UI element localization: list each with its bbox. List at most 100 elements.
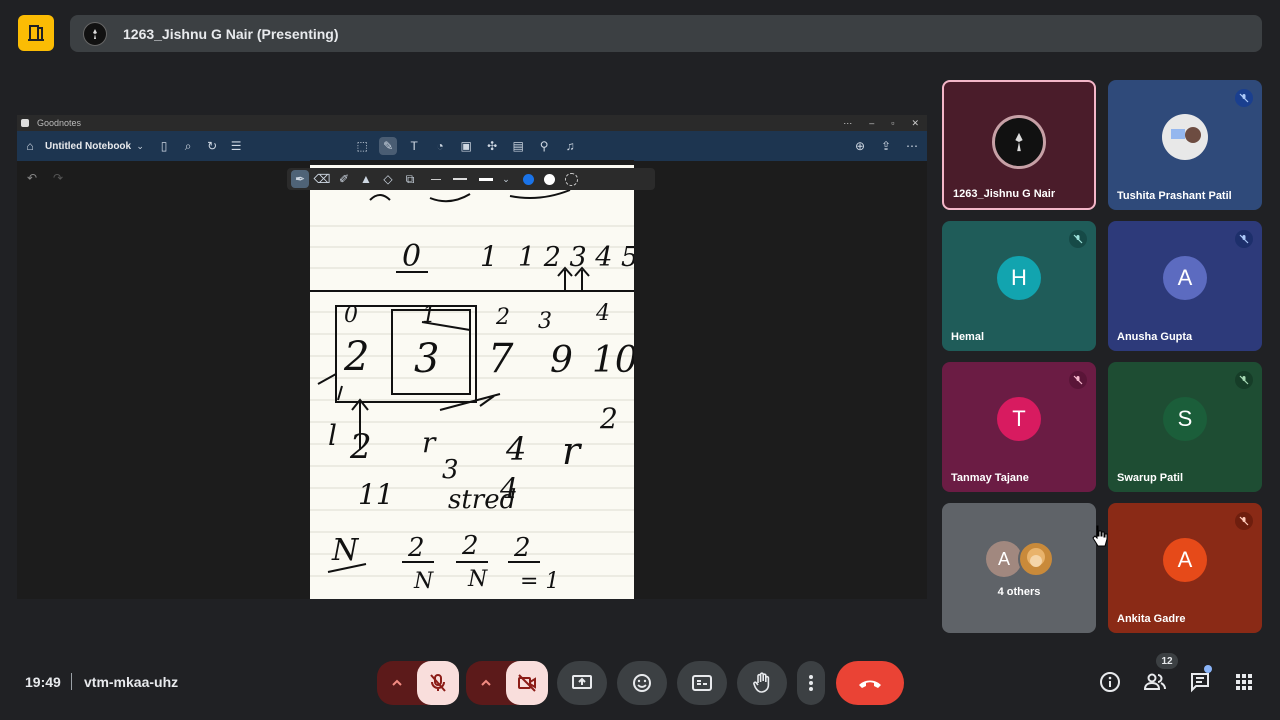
meet-logo[interactable] [18,15,54,51]
sticky-note-icon[interactable]: ▤ [509,137,527,155]
more-vert-icon [809,675,813,691]
apps-grid-icon [1236,674,1252,690]
add-page-icon[interactable]: ⊕ [851,137,869,155]
participant-tile[interactable]: A Anusha Gupta [1108,221,1262,351]
avatar: A [986,541,1022,577]
people-button[interactable] [1142,670,1168,694]
note-1: 1 [480,240,498,273]
mic-toggle-button[interactable] [417,661,459,705]
participant-name: 1263_Jishnu G Nair [953,188,1056,200]
avatar-initial: S [1177,406,1193,432]
text-icon[interactable]: T [405,137,423,155]
participant-tile[interactable]: S Swarup Patil [1108,362,1262,492]
notebook-title[interactable]: Untitled Notebook [45,141,131,152]
chevron-up-icon[interactable] [377,677,417,689]
pen-toolbar: ✒ ⌫ ✐ ▲ ◇ ⧉ ⌄ [287,168,655,190]
meeting-details-button[interactable] [1098,670,1122,694]
captions-icon [692,675,712,691]
search-icon[interactable]: ⌕ [179,137,197,155]
elements-icon[interactable]: ✣ [483,137,501,155]
note-v4: 10 [592,340,634,381]
participant-tile[interactable]: T Tanmay Tajane [942,362,1096,492]
avatar: A [1163,538,1207,583]
medium-stroke-option[interactable] [453,178,467,180]
profile-photo-icon [1027,548,1045,567]
marker-icon[interactable]: ▲ [357,170,375,188]
end-call-button[interactable] [836,661,904,705]
note-e3: 2 [461,531,479,561]
note-l: l [328,419,337,452]
color-picker-icon[interactable] [565,172,578,186]
lasso-pen-icon[interactable]: ⧉ [401,170,419,188]
image-icon[interactable]: ▣ [457,137,475,155]
notebook-page[interactable]: 0 1 1 2 3 4 5 6 0 1 2 3 4 2 3 7 9 10 l 2… [310,160,664,599]
eraser-icon[interactable]: ⌫ [313,170,331,188]
pen-tool-icon[interactable]: ✎ [379,137,398,155]
note-w3: r [562,429,583,473]
home-icon[interactable]: ⌂ [21,137,39,155]
note-e0: N [331,533,360,568]
goodnotes-titlebar: Goodnotes ⋯ – ▫ ✕ [17,115,927,131]
camera-toggle-button[interactable] [506,661,548,705]
note-r1: 2 [599,402,618,435]
more-icon[interactable]: ⋯ [843,118,852,129]
handwritten-notes: 0 1 1 2 3 4 5 6 0 1 2 3 4 2 3 7 9 10 l 2… [310,160,664,594]
reactions-button[interactable] [617,661,667,705]
undo-icon[interactable]: ↶ [27,171,37,185]
mic-off-icon [1069,230,1087,248]
shape-pen-icon[interactable]: ◇ [379,170,397,188]
goodnotes-app-icon [21,119,29,127]
share-arrow-icon[interactable]: ↻ [203,137,221,155]
highlighter-icon[interactable]: ✐ [335,170,353,188]
chevron-up-icon[interactable] [466,677,506,689]
avatar-figure-icon [93,28,97,39]
shape-icon[interactable]: ◔ [431,137,449,155]
activities-button[interactable] [1232,670,1256,694]
shared-screen: Goodnotes ⋯ – ▫ ✕ ⌂ Untitled Notebook ⌄ … [17,115,927,599]
participant-name: Anusha Gupta [1117,331,1193,343]
avatar: S [1163,397,1207,442]
meeting-code: vtm-mkaa-uhz [84,674,179,690]
more-options-icon[interactable]: ⋯ [903,137,921,155]
chat-button[interactable] [1188,670,1212,694]
hand-icon [753,672,770,693]
thick-stroke-option[interactable] [479,177,493,181]
participant-tile[interactable]: H Hemal [942,221,1096,351]
participant-tile[interactable]: Tushita Prashant Patil [1108,80,1262,210]
color-blue-swatch[interactable] [523,173,534,185]
raise-hand-button[interactable] [737,661,787,705]
participant-tile-presenter[interactable]: 1263_Jishnu G Nair [942,80,1096,210]
laser-pointer-icon[interactable]: ⚲ [535,137,553,155]
chevron-down-icon[interactable]: ⌄ [497,170,515,188]
captions-button[interactable] [677,661,727,705]
color-white-swatch[interactable] [544,173,555,185]
avatar [992,115,1046,170]
lasso-icon[interactable]: ⬚ [353,137,371,155]
note-s0: 11 [358,478,394,511]
others-tile[interactable]: A 4 others [942,503,1096,633]
avatar-initial: A [1177,265,1193,291]
redo-icon[interactable]: ↷ [53,171,63,185]
note-0: 0 [402,239,421,274]
close-icon[interactable]: ✕ [911,118,919,129]
note-e6: = 1 [520,569,559,594]
profile-photo-icon [1171,127,1201,144]
goodnotes-toolbar: ⌂ Untitled Notebook ⌄ ▯ ⌕ ↻ ☰ ⬚ ✎ T ◔ ▣ … [17,131,927,161]
audio-record-icon[interactable]: ♫ [561,137,579,155]
export-icon[interactable]: ⇪ [877,137,895,155]
outline-icon[interactable]: ☰ [227,137,245,155]
sidebar-icon[interactable]: ▯ [155,137,173,155]
fountain-pen-icon[interactable]: ✒ [291,170,309,188]
minimize-icon[interactable]: – [869,118,874,129]
thin-stroke-option[interactable] [431,178,441,180]
chevron-down-icon[interactable]: ⌄ [131,137,149,155]
maximize-icon[interactable]: ▫ [891,118,894,129]
avatar: H [997,256,1041,301]
note-e2: N [413,569,434,594]
present-screen-button[interactable] [557,661,607,705]
more-options-button[interactable] [797,661,825,705]
mic-off-icon [1235,512,1253,530]
participant-tile[interactable]: A Ankita Gadre [1108,503,1262,633]
people-icon [1143,673,1166,690]
chat-icon [1191,673,1209,693]
